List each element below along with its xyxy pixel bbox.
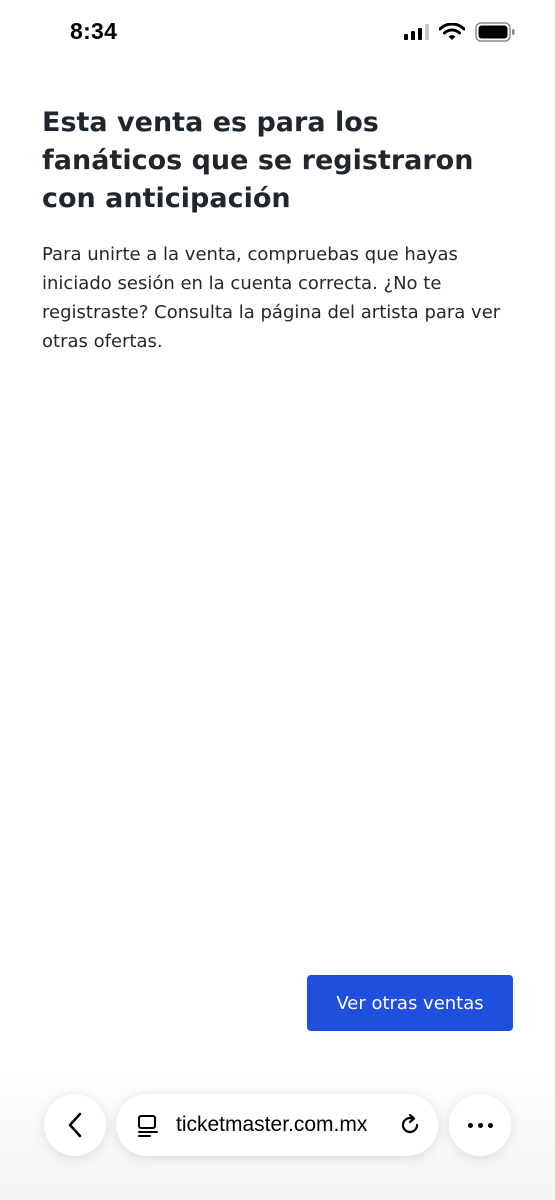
- browser-toolbar: ticketmaster.com.mx: [0, 1070, 555, 1200]
- address-bar[interactable]: ticketmaster.com.mx: [116, 1094, 438, 1156]
- status-icons: [404, 22, 515, 42]
- reload-icon[interactable]: [398, 1113, 422, 1137]
- more-button[interactable]: [449, 1094, 511, 1156]
- cellular-signal-icon: [404, 24, 429, 40]
- status-time: 8:34: [70, 18, 118, 44]
- wifi-icon: [439, 23, 465, 40]
- see-other-sales-button[interactable]: Ver otras ventas: [307, 975, 513, 1031]
- back-chevron-icon: [68, 1112, 82, 1138]
- back-button[interactable]: [44, 1094, 106, 1156]
- status-bar: 8:34: [0, 0, 555, 64]
- more-icon: [467, 1122, 493, 1128]
- url-text: ticketmaster.com.mx: [176, 1113, 368, 1136]
- reader-mode-icon[interactable]: [136, 1113, 160, 1137]
- page-title: Esta venta es para los fanáticos que se …: [42, 107, 474, 214]
- main-content: Esta venta es para los fanáticos que se …: [42, 104, 522, 356]
- page-description: Para unirte a la venta, compruebas que h…: [42, 244, 501, 352]
- battery-icon: [475, 22, 515, 42]
